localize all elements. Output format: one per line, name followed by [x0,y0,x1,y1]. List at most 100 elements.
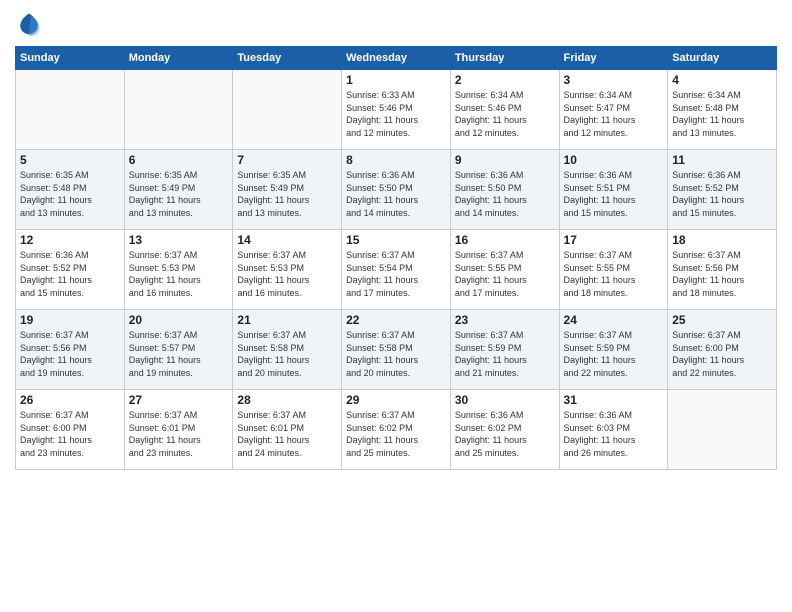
weekday-header-wednesday: Wednesday [342,47,451,70]
day-number: 18 [672,233,772,247]
day-number: 25 [672,313,772,327]
day-info: Sunrise: 6:35 AMSunset: 5:49 PMDaylight:… [129,169,229,219]
day-info: Sunrise: 6:37 AMSunset: 5:57 PMDaylight:… [129,329,229,379]
calendar-cell: 23 Sunrise: 6:37 AMSunset: 5:59 PMDayligh… [450,310,559,390]
day-info: Sunrise: 6:37 AMSunset: 6:00 PMDaylight:… [672,329,772,379]
day-number: 28 [237,393,337,407]
calendar-cell: 24 Sunrise: 6:37 AMSunset: 5:59 PMDayligh… [559,310,668,390]
day-number: 15 [346,233,446,247]
weekday-header-friday: Friday [559,47,668,70]
day-info: Sunrise: 6:34 AMSunset: 5:46 PMDaylight:… [455,89,555,139]
day-info: Sunrise: 6:34 AMSunset: 5:47 PMDaylight:… [564,89,664,139]
calendar-cell: 17 Sunrise: 6:37 AMSunset: 5:55 PMDayligh… [559,230,668,310]
weekday-header-sunday: Sunday [16,47,125,70]
day-number: 12 [20,233,120,247]
day-info: Sunrise: 6:37 AMSunset: 5:59 PMDaylight:… [564,329,664,379]
day-info: Sunrise: 6:37 AMSunset: 6:02 PMDaylight:… [346,409,446,459]
day-info: Sunrise: 6:37 AMSunset: 6:00 PMDaylight:… [20,409,120,459]
calendar-cell: 13Sunrise: 6:37 AMSunset: 5:53 PMDayligh… [124,230,233,310]
calendar-cell: 6 Sunrise: 6:35 AMSunset: 5:49 PMDaylight… [124,150,233,230]
day-info: Sunrise: 6:37 AMSunset: 5:56 PMDaylight:… [20,329,120,379]
day-number: 22 [346,313,446,327]
day-info: Sunrise: 6:37 AMSunset: 6:01 PMDaylight:… [237,409,337,459]
day-info: Sunrise: 6:36 AMSunset: 6:02 PMDaylight:… [455,409,555,459]
calendar-cell: 15 Sunrise: 6:37 AMSunset: 5:54 PMDayligh… [342,230,451,310]
day-number: 24 [564,313,664,327]
weekday-header-saturday: Saturday [668,47,777,70]
day-number: 6 [129,153,229,167]
week-row-5: 26 Sunrise: 6:37 AMSunset: 6:00 PMDayligh… [16,390,777,470]
day-number: 5 [20,153,120,167]
weekday-header-thursday: Thursday [450,47,559,70]
day-number: 31 [564,393,664,407]
calendar-cell: 5 Sunrise: 6:35 AMSunset: 5:48 PMDaylight… [16,150,125,230]
day-info: Sunrise: 6:36 AMSunset: 5:50 PMDaylight:… [455,169,555,219]
calendar-table: SundayMondayTuesdayWednesdayThursdayFrid… [15,46,777,470]
calendar-cell: 18 Sunrise: 6:37 AMSunset: 5:56 PMDayligh… [668,230,777,310]
day-number: 27 [129,393,229,407]
calendar-cell: 8Sunrise: 6:36 AMSunset: 5:50 PMDaylight… [342,150,451,230]
calendar-cell: 25 Sunrise: 6:37 AMSunset: 6:00 PMDayligh… [668,310,777,390]
day-info: Sunrise: 6:37 AMSunset: 5:56 PMDaylight:… [672,249,772,299]
calendar-cell: 22 Sunrise: 6:37 AMSunset: 5:58 PMDayligh… [342,310,451,390]
calendar-cell: 31 Sunrise: 6:36 AMSunset: 6:03 PMDayligh… [559,390,668,470]
day-number: 1 [346,73,446,87]
day-number: 10 [564,153,664,167]
day-number: 8 [346,153,446,167]
weekday-header-row: SundayMondayTuesdayWednesdayThursdayFrid… [16,47,777,70]
calendar-cell: 14 Sunrise: 6:37 AMSunset: 5:53 PMDayligh… [233,230,342,310]
week-row-4: 19 Sunrise: 6:37 AMSunset: 5:56 PMDayligh… [16,310,777,390]
day-info: Sunrise: 6:37 AMSunset: 5:58 PMDaylight:… [237,329,337,379]
page-container: SundayMondayTuesdayWednesdayThursdayFrid… [0,0,792,612]
calendar-cell: 7Sunrise: 6:35 AMSunset: 5:49 PMDaylight… [233,150,342,230]
calendar-cell: 12 Sunrise: 6:36 AMSunset: 5:52 PMDayligh… [16,230,125,310]
day-info: Sunrise: 6:36 AMSunset: 5:51 PMDaylight:… [564,169,664,219]
calendar-cell: 27Sunrise: 6:37 AMSunset: 6:01 PMDayligh… [124,390,233,470]
calendar-cell: 28 Sunrise: 6:37 AMSunset: 6:01 PMDayligh… [233,390,342,470]
calendar-cell: 30 Sunrise: 6:36 AMSunset: 6:02 PMDayligh… [450,390,559,470]
week-row-3: 12 Sunrise: 6:36 AMSunset: 5:52 PMDayligh… [16,230,777,310]
calendar-cell: 26 Sunrise: 6:37 AMSunset: 6:00 PMDayligh… [16,390,125,470]
day-info: Sunrise: 6:37 AMSunset: 5:54 PMDaylight:… [346,249,446,299]
weekday-header-tuesday: Tuesday [233,47,342,70]
calendar-cell: 3 Sunrise: 6:34 AMSunset: 5:47 PMDaylight… [559,70,668,150]
calendar-cell: 29Sunrise: 6:37 AMSunset: 6:02 PMDayligh… [342,390,451,470]
calendar-cell [124,70,233,150]
day-number: 14 [237,233,337,247]
day-number: 3 [564,73,664,87]
day-number: 17 [564,233,664,247]
day-number: 30 [455,393,555,407]
calendar-cell [233,70,342,150]
day-info: Sunrise: 6:37 AMSunset: 5:55 PMDaylight:… [564,249,664,299]
calendar-cell: 2Sunrise: 6:34 AMSunset: 5:46 PMDaylight… [450,70,559,150]
calendar-cell [668,390,777,470]
day-info: Sunrise: 6:36 AMSunset: 6:03 PMDaylight:… [564,409,664,459]
day-info: Sunrise: 6:37 AMSunset: 5:55 PMDaylight:… [455,249,555,299]
day-number: 9 [455,153,555,167]
day-number: 4 [672,73,772,87]
day-info: Sunrise: 6:35 AMSunset: 5:48 PMDaylight:… [20,169,120,219]
day-number: 13 [129,233,229,247]
day-number: 23 [455,313,555,327]
day-info: Sunrise: 6:37 AMSunset: 5:59 PMDaylight:… [455,329,555,379]
calendar-cell: 10 Sunrise: 6:36 AMSunset: 5:51 PMDayligh… [559,150,668,230]
day-number: 19 [20,313,120,327]
calendar-cell: 9 Sunrise: 6:36 AMSunset: 5:50 PMDaylight… [450,150,559,230]
calendar-cell: 20 Sunrise: 6:37 AMSunset: 5:57 PMDayligh… [124,310,233,390]
calendar-cell: 19 Sunrise: 6:37 AMSunset: 5:56 PMDayligh… [16,310,125,390]
day-number: 26 [20,393,120,407]
day-info: Sunrise: 6:36 AMSunset: 5:52 PMDaylight:… [20,249,120,299]
weekday-header-monday: Monday [124,47,233,70]
day-number: 16 [455,233,555,247]
day-number: 21 [237,313,337,327]
day-number: 20 [129,313,229,327]
day-info: Sunrise: 6:34 AMSunset: 5:48 PMDaylight:… [672,89,772,139]
day-info: Sunrise: 6:36 AMSunset: 5:52 PMDaylight:… [672,169,772,219]
calendar-cell: 11Sunrise: 6:36 AMSunset: 5:52 PMDayligh… [668,150,777,230]
calendar-cell: 21 Sunrise: 6:37 AMSunset: 5:58 PMDayligh… [233,310,342,390]
logo [15,10,47,38]
day-info: Sunrise: 6:37 AMSunset: 5:53 PMDaylight:… [237,249,337,299]
day-number: 7 [237,153,337,167]
day-info: Sunrise: 6:37 AMSunset: 5:58 PMDaylight:… [346,329,446,379]
calendar-cell [16,70,125,150]
